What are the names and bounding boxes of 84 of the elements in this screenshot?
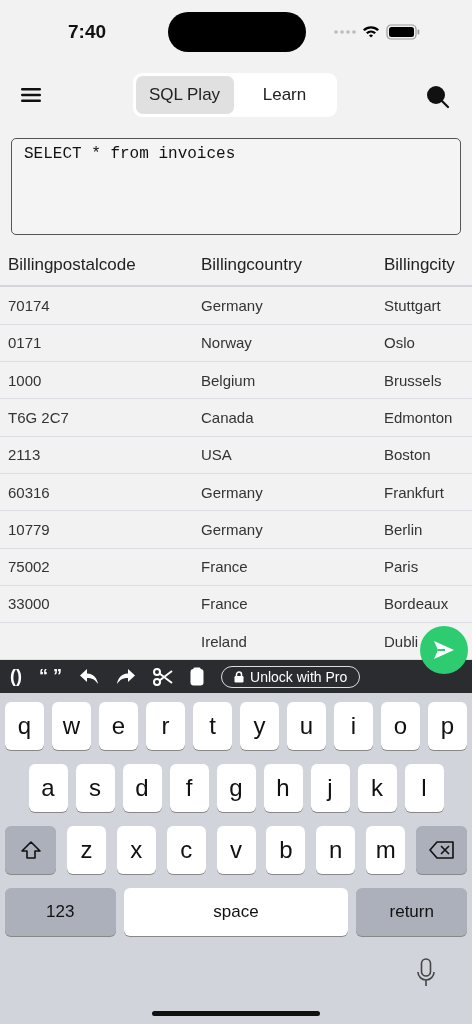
table-cell: 1000 (8, 371, 42, 389)
letter-key[interactable]: x (116, 826, 156, 874)
query-editor[interactable]: SELECT * from invoices (11, 138, 461, 236)
table-cell: 60316 (8, 483, 50, 501)
table-cell: Germany (201, 520, 263, 538)
table-cell: 0171 (8, 334, 42, 352)
redo-icon[interactable] (116, 668, 136, 686)
column-header: Billingcity (384, 255, 456, 276)
segment-tab[interactable]: SQL Play (135, 75, 234, 114)
letter-key[interactable]: r (146, 702, 185, 750)
letter-key[interactable]: k (357, 764, 397, 812)
undo-icon[interactable] (79, 668, 99, 686)
column-header: Billingpostalcode (8, 255, 137, 276)
table-cell: France (201, 558, 248, 576)
letter-key[interactable]: f (169, 764, 209, 812)
letter-key[interactable]: l (404, 764, 444, 812)
wifi-icon (362, 25, 380, 39)
table-cell: T6G 2C7 (8, 408, 69, 426)
table-cell: Ireland (201, 632, 247, 650)
letter-key[interactable]: d (122, 764, 162, 812)
table-cell: Paris (384, 558, 419, 576)
letter-key[interactable]: g (216, 764, 256, 812)
table-cell: Stuttgart (384, 297, 441, 315)
table-cell: France (201, 595, 248, 613)
backspace-icon (428, 840, 455, 860)
table-cell: Bordeaux (384, 595, 449, 613)
scissors-icon[interactable] (153, 667, 173, 686)
shift-icon (19, 840, 42, 860)
table-cell: Boston (384, 446, 431, 464)
table-cell: Belgium (201, 371, 256, 389)
run-button[interactable] (420, 626, 468, 675)
table-cell: 2113 (8, 446, 41, 464)
insert-button[interactable]: () (10, 666, 22, 688)
table-cell: USA (201, 446, 232, 464)
table-cell: Germany (201, 483, 263, 501)
letter-key[interactable]: h (263, 764, 303, 812)
send-icon (433, 640, 455, 661)
table-cell: 70174 (8, 297, 50, 315)
microphone-icon[interactable] (416, 958, 436, 988)
letter-key[interactable]: s (75, 764, 115, 812)
letter-key[interactable]: i (334, 702, 373, 750)
letter-key[interactable]: y (240, 702, 279, 750)
table-cell: Berlin (384, 520, 423, 538)
letter-key[interactable]: m (366, 826, 406, 874)
table-cell: 75002 (8, 558, 50, 576)
table-cell: Brussels (384, 371, 442, 389)
shift-key[interactable] (5, 826, 56, 874)
letter-key[interactable]: p (428, 702, 467, 750)
letter-key[interactable]: n (316, 826, 356, 874)
table-cell: Canada (201, 408, 254, 426)
menu-icon[interactable] (21, 86, 43, 103)
insert-button[interactable]: “ ” (39, 666, 62, 688)
table-cell: Frankfurt (384, 483, 444, 501)
battery-icon (386, 23, 420, 40)
signal-icon (334, 29, 356, 34)
letter-key[interactable]: e (99, 702, 138, 750)
table-cell: 33000 (8, 595, 50, 613)
table-cell: 10779 (8, 520, 50, 538)
letter-key[interactable]: w (52, 702, 91, 750)
letter-key[interactable]: o (381, 702, 420, 750)
lock-icon (234, 670, 244, 683)
letter-key[interactable]: z (66, 826, 106, 874)
clipboard-icon[interactable] (190, 667, 204, 687)
letter-key[interactable]: j (310, 764, 350, 812)
letter-key[interactable]: v (216, 826, 256, 874)
letter-key[interactable]: c (166, 826, 206, 874)
status-time: 7:40 (68, 20, 108, 43)
letter-key[interactable]: u (287, 702, 326, 750)
table-cell: Norway (201, 334, 252, 352)
table-cell: Dubli (384, 632, 419, 650)
keyboard-key[interactable]: 123 (5, 888, 116, 936)
table-cell: Germany (201, 297, 263, 315)
letter-key[interactable]: b (266, 826, 306, 874)
backspace-key[interactable] (416, 826, 467, 874)
letter-key[interactable]: t (193, 702, 232, 750)
keyboard-key[interactable]: return (356, 888, 467, 936)
table-cell: Edmonton (384, 408, 453, 426)
segment-tab[interactable]: Learn (235, 75, 334, 114)
table-cell: Oslo (384, 334, 415, 352)
column-header: Billingcountry (201, 255, 304, 276)
letter-key[interactable]: a (28, 764, 68, 812)
space-key[interactable]: space (123, 888, 349, 936)
search-icon[interactable] (426, 84, 450, 109)
letter-key[interactable]: q (5, 702, 44, 750)
